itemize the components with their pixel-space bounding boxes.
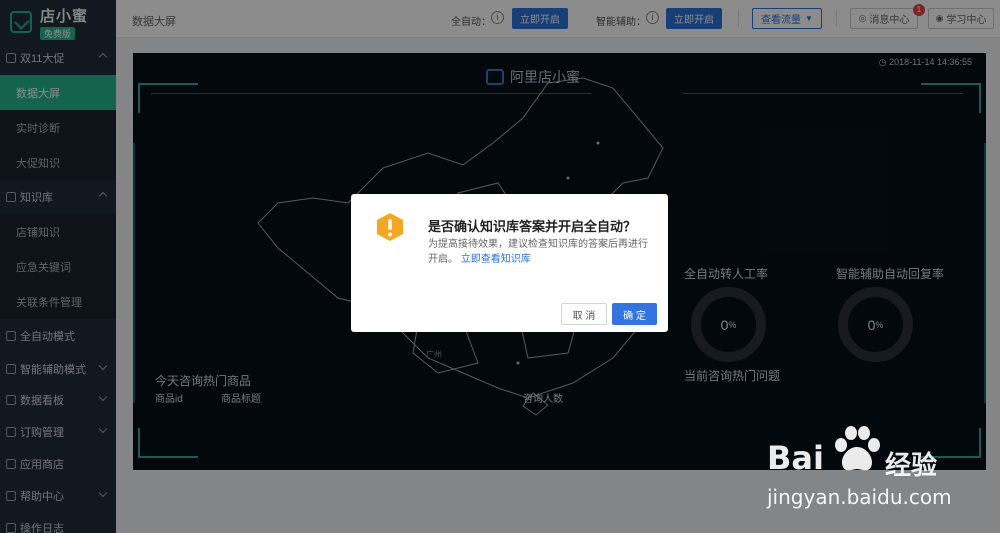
watermark-brand: Bai	[767, 439, 824, 477]
paw-icon	[835, 426, 880, 471]
confirm-dialog: 是否确认知识库答案并开启全自动？ 为提高接待效果，建议检查知识库的答案后再进行开…	[351, 194, 668, 332]
view-knowledge-link[interactable]: 立即查看知识库	[461, 254, 531, 265]
warning-icon	[377, 213, 403, 241]
baidu-watermark: Bai 经验 jingyan.baidu.com	[765, 425, 995, 515]
watermark-url: jingyan.baidu.com	[767, 485, 952, 509]
dialog-message: 为提高接待效果，建议检查知识库的答案后再进行开启。 立即查看知识库	[428, 237, 653, 267]
dialog-title: 是否确认知识库答案并开启全自动？	[428, 219, 637, 234]
confirm-button[interactable]: 确 定	[612, 303, 657, 325]
watermark-brand-cn: 经验	[885, 451, 938, 481]
cancel-button[interactable]: 取 消	[561, 303, 607, 325]
